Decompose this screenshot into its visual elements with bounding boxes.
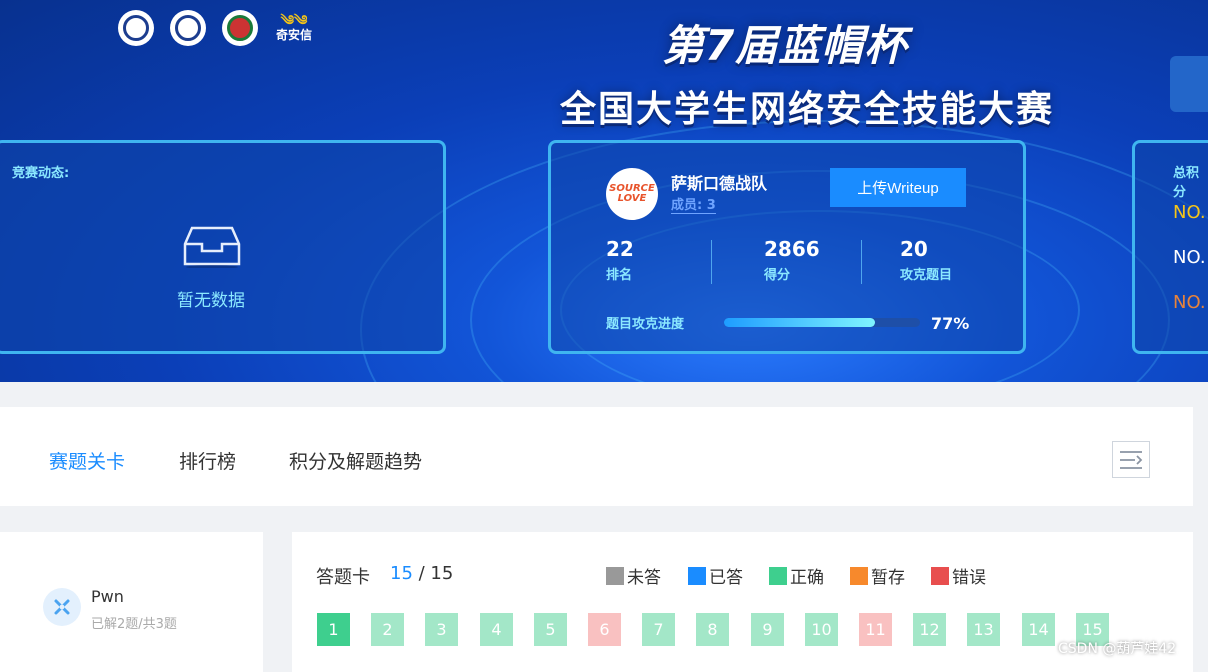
question-button[interactable]: 1 xyxy=(317,613,350,646)
legend-correct: 正确 xyxy=(769,563,824,588)
team-name: 萨斯口德战队 xyxy=(671,174,768,193)
stat-label: 排名 xyxy=(606,268,633,283)
legend-label: 正确 xyxy=(790,568,824,588)
category-name[interactable]: Pwn xyxy=(91,587,124,606)
team-avatar: SOURCE LOVE xyxy=(606,168,658,220)
legend-swatch xyxy=(769,566,787,585)
stat-rank: 22 排名 xyxy=(606,237,634,283)
sponsor-logos: ༄༄ 奇安信 xyxy=(118,10,314,46)
question-button[interactable]: 3 xyxy=(425,613,458,646)
question-button[interactable]: 6 xyxy=(588,613,621,646)
stat-label: 得分 xyxy=(764,268,791,283)
question-button[interactable]: 11 xyxy=(859,613,892,646)
tab-bar: 赛题关卡 排行榜 积分及解题趋势 xyxy=(0,407,1193,506)
question-button[interactable]: 5 xyxy=(534,613,567,646)
question-button[interactable]: 14 xyxy=(1022,613,1055,646)
legend-label: 已答 xyxy=(709,568,743,588)
current-count: 15 xyxy=(390,563,413,584)
legend-label: 未答 xyxy=(627,568,661,588)
stat-value: 20 xyxy=(900,237,928,261)
legend-saved: 暂存 xyxy=(850,563,905,588)
legend-wrong: 错误 xyxy=(931,563,986,588)
legend-swatch xyxy=(606,566,624,585)
tab-challenges[interactable]: 赛题关卡 xyxy=(49,447,125,474)
qianxin-text: 奇安信 xyxy=(275,28,312,42)
question-button[interactable]: 7 xyxy=(642,613,675,646)
news-label: 竞赛动态: xyxy=(12,166,70,181)
watermark: CSDN @葫芦娃42 xyxy=(1058,641,1177,657)
legend-unanswered: 未答 xyxy=(606,563,661,588)
question-button[interactable]: 2 xyxy=(371,613,404,646)
legend-swatch xyxy=(931,566,949,585)
stat-solved: 20 攻克题目 xyxy=(900,237,952,283)
side-button[interactable] xyxy=(1170,56,1208,112)
tab-score-trend[interactable]: 积分及解题趋势 xyxy=(289,447,422,474)
progress-bar xyxy=(724,318,920,327)
question-button[interactable]: 9 xyxy=(751,613,784,646)
question-button[interactable]: 10 xyxy=(805,613,838,646)
event-subtitle: 全国大学生网络安全技能大赛 xyxy=(560,89,1055,130)
event-title: 第7届蓝帽杯 xyxy=(662,21,908,70)
legend-label: 错误 xyxy=(952,568,986,588)
stat-value: 22 xyxy=(606,237,634,261)
menu-fold-icon xyxy=(1120,450,1143,469)
total-count: / 15 xyxy=(418,563,454,584)
academy-logo-icon xyxy=(222,10,258,46)
category-card[interactable] xyxy=(0,532,263,672)
question-button[interactable]: 4 xyxy=(480,613,513,646)
progress-label: 题目攻克进度 xyxy=(606,317,685,332)
menu-toggle-button[interactable] xyxy=(1112,441,1150,478)
police-logo-icon xyxy=(170,10,206,46)
scoreboard-entry: NO. xyxy=(1173,292,1206,313)
question-button[interactable]: 8 xyxy=(696,613,729,646)
scoreboard-entry: NO. xyxy=(1173,202,1206,223)
question-button[interactable]: 12 xyxy=(913,613,946,646)
progress-value: 77% xyxy=(931,314,970,333)
category-progress: 已解2题/共3题 xyxy=(91,617,177,632)
legend-answered: 已答 xyxy=(688,563,743,588)
empty-inbox-icon xyxy=(183,226,241,268)
empty-text: 暂无数据 xyxy=(177,291,245,311)
stat-value: 2866 xyxy=(764,237,820,261)
scoreboard-entry: NO. xyxy=(1173,247,1206,268)
stat-label: 攻克题目 xyxy=(900,268,953,283)
question-button[interactable]: 13 xyxy=(967,613,1000,646)
upload-writeup-button[interactable]: 上传Writeup xyxy=(830,168,966,207)
team-members-link[interactable]: 成员: 3 xyxy=(671,194,716,214)
scoreboard-label: 总积分 xyxy=(1173,166,1200,200)
answer-card-count: 15 / 15 xyxy=(390,563,453,584)
progress-fill xyxy=(724,318,875,327)
qianxin-mark-icon: ༄༄ xyxy=(280,13,308,29)
stat-divider xyxy=(861,240,862,284)
stat-divider xyxy=(711,240,712,284)
university-logo-icon xyxy=(118,10,154,46)
legend-label: 暂存 xyxy=(871,568,905,588)
answer-card-title: 答题卡 xyxy=(316,567,370,588)
stat-score: 2866 得分 xyxy=(764,237,820,283)
tab-leaderboard[interactable]: 排行榜 xyxy=(179,447,236,474)
legend-swatch xyxy=(688,566,706,585)
legend-swatch xyxy=(850,566,868,585)
qianxin-logo: ༄༄ 奇安信 xyxy=(274,14,314,42)
pwn-icon xyxy=(43,588,81,626)
